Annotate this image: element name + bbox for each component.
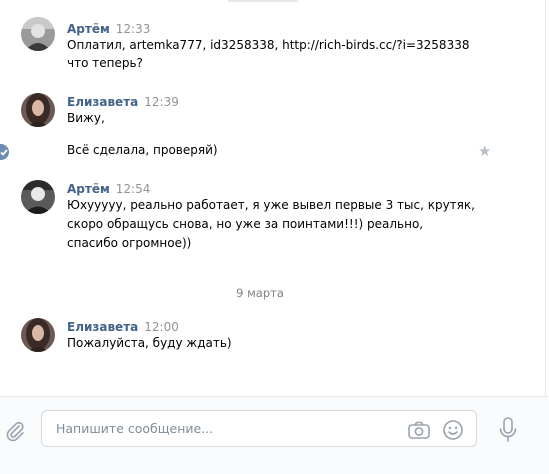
author-name[interactable]: Артём	[67, 22, 110, 36]
message-text: что теперь?	[67, 56, 143, 70]
check-icon[interactable]	[0, 144, 9, 160]
message-input[interactable]	[56, 421, 386, 436]
author-name[interactable]: Артём	[67, 182, 110, 196]
top-divider	[228, 0, 298, 2]
camera-icon[interactable]	[407, 419, 431, 441]
author-name[interactable]: Елизавета	[67, 95, 138, 109]
message-text: Оплатил, artemka777, id3258338, http://r…	[67, 38, 470, 52]
microphone-icon[interactable]	[497, 416, 519, 444]
date-separator: 9 марта	[236, 286, 284, 300]
message-text: Пожалуйста, буду ждать)	[67, 336, 232, 350]
message-text: спасибо огромное))	[67, 236, 192, 250]
avatar-elizaveta[interactable]	[21, 318, 55, 352]
avatar-artyom[interactable]	[21, 180, 55, 214]
message-time[interactable]: 12:54	[116, 182, 151, 196]
smile-icon[interactable]	[442, 419, 464, 441]
chat-right-border	[545, 0, 546, 396]
author-name[interactable]: Елизавета	[67, 320, 138, 334]
avatar-artyom[interactable]	[21, 17, 55, 51]
star-icon[interactable]: ★	[478, 143, 491, 159]
message-text: Всё сделала, проверяй)	[67, 143, 218, 157]
avatar-elizaveta[interactable]	[21, 93, 55, 127]
message-text: скоро обращусь снова, но уже за поинтами…	[67, 217, 424, 231]
paperclip-icon[interactable]	[4, 420, 26, 442]
message-time[interactable]: 12:39	[144, 95, 179, 109]
message-text: Юхууууу, реально работает, я уже вывел п…	[67, 198, 475, 212]
message-time[interactable]: 12:33	[116, 22, 151, 36]
message-text: Вижу,	[67, 111, 105, 125]
message-time[interactable]: 12:00	[144, 320, 179, 334]
